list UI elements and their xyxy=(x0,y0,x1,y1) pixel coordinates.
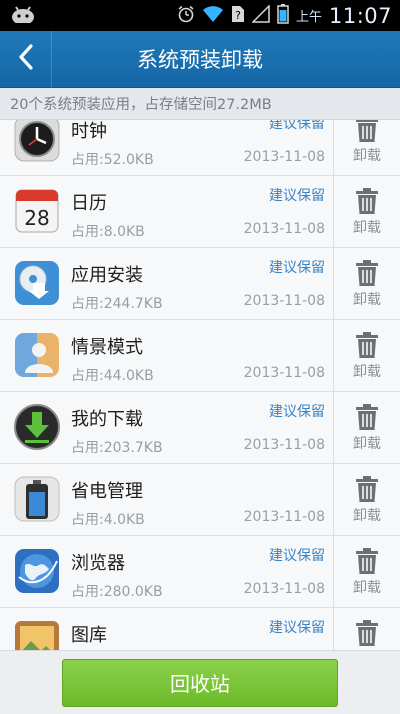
trash-icon xyxy=(356,120,378,142)
list-item[interactable]: 浏览器 建议保留 占用:280.0KB 2013-11-08 卸载 xyxy=(0,536,400,608)
app-date: 2013-11-08 xyxy=(243,293,325,309)
app-info[interactable]: 情景模式 占用:44.0KB 2013-11-08 xyxy=(0,320,334,391)
app-name: 图库 xyxy=(71,625,107,646)
trash-icon xyxy=(356,331,378,358)
uninstall-button[interactable]: 卸载 xyxy=(334,120,400,175)
app-info[interactable]: 浏览器 建议保留 占用:280.0KB 2013-11-08 xyxy=(0,536,334,607)
list-item[interactable]: 应用安装 建议保留 占用:244.7KB 2013-11-08 卸载 xyxy=(0,248,400,320)
trash-icon xyxy=(356,547,378,574)
uninstall-button[interactable]: 卸载 xyxy=(334,248,400,319)
preinstalled-app-list[interactable]: 时钟 建议保留 占用:52.0KB 2013-11-08 卸载 28 日历 建议… xyxy=(0,120,400,650)
app-size: 占用:244.7KB xyxy=(71,296,163,312)
suggest-keep-label: 建议保留 xyxy=(269,548,325,564)
suggest-keep-label: 建议保留 xyxy=(269,260,325,276)
signal-icon xyxy=(251,3,270,27)
uninstall-label: 卸载 xyxy=(353,579,381,596)
uninstall-button[interactable]: 卸载 xyxy=(334,536,400,607)
app-date: 2013-11-08 xyxy=(243,509,325,525)
app-size: 占用:8.0KB xyxy=(71,224,145,240)
list-item[interactable]: 我的下载 建议保留 占用:203.7KB 2013-11-08 卸载 xyxy=(0,392,400,464)
app-date: 2013-11-08 xyxy=(243,221,325,237)
download-icon xyxy=(13,403,61,451)
app-size: 占用:4.0KB xyxy=(71,512,145,528)
storage-summary: 20个系统预装应用，占存储空间27.2MB xyxy=(0,88,400,120)
trash-icon xyxy=(356,619,378,646)
uninstall-button[interactable]: 卸载 xyxy=(334,176,400,247)
list-item[interactable]: 28 日历 建议保留 占用:8.0KB 2013-11-08 卸载 xyxy=(0,176,400,248)
suggest-keep-label: 建议保留 xyxy=(269,120,325,132)
android-icon xyxy=(10,5,36,27)
status-ampm: 上午 xyxy=(295,10,322,25)
uninstall-label: 卸载 xyxy=(353,507,381,524)
app-name: 日历 xyxy=(71,193,107,214)
app-info[interactable]: 省电管理 占用:4.0KB 2013-11-08 xyxy=(0,464,334,535)
uninstall-label: 卸载 xyxy=(353,363,381,380)
uninstall-button[interactable]: 卸载 xyxy=(334,392,400,463)
uninstall-label: 卸载 xyxy=(353,219,381,236)
list-item[interactable]: 时钟 建议保留 占用:52.0KB 2013-11-08 卸载 xyxy=(0,120,400,176)
app-date: 2013-11-08 xyxy=(243,149,325,165)
app-size: 占用:280.0KB xyxy=(71,584,163,600)
calendar-day-number: 28 xyxy=(24,206,49,230)
app-info[interactable]: 应用安装 建议保留 占用:244.7KB 2013-11-08 xyxy=(0,248,334,319)
app-info[interactable]: 我的下载 建议保留 占用:203.7KB 2013-11-08 xyxy=(0,392,334,463)
suggest-keep-label: 建议保留 xyxy=(269,188,325,204)
uninstall-label: 卸载 xyxy=(353,291,381,308)
app-name: 时钟 xyxy=(71,121,107,142)
app-date: 2013-11-08 xyxy=(243,437,325,453)
app-info[interactable]: 28 日历 建议保留 占用:8.0KB 2013-11-08 xyxy=(0,176,334,247)
uninstall-button[interactable]: 卸载 xyxy=(334,608,400,650)
app-name: 我的下载 xyxy=(71,409,143,430)
title-bar: 系统预装卸载 xyxy=(0,30,400,88)
profile-mode-icon xyxy=(13,331,61,379)
browser-globe-icon xyxy=(13,547,61,595)
uninstall-button[interactable]: 卸载 xyxy=(334,464,400,535)
clock-icon xyxy=(13,120,61,163)
page-title: 系统预装卸载 xyxy=(137,48,263,72)
status-time: 11:07 xyxy=(328,3,392,28)
app-date: 2013-11-08 xyxy=(243,581,325,597)
list-item[interactable]: 省电管理 占用:4.0KB 2013-11-08 卸载 xyxy=(0,464,400,536)
trash-icon xyxy=(356,475,378,502)
list-item[interactable]: 情景模式 占用:44.0KB 2013-11-08 卸载 xyxy=(0,320,400,392)
app-name: 省电管理 xyxy=(71,481,143,502)
uninstall-button[interactable]: 卸载 xyxy=(334,320,400,391)
no-sim-icon: ? xyxy=(231,5,245,27)
back-button[interactable] xyxy=(0,30,52,88)
app-info[interactable]: 图库 建议保留 xyxy=(0,608,334,650)
app-info[interactable]: 时钟 建议保留 占用:52.0KB 2013-11-08 xyxy=(0,120,334,175)
suggest-keep-label: 建议保留 xyxy=(269,620,325,636)
trash-icon xyxy=(356,259,378,286)
recycle-bin-button[interactable]: 回收站 xyxy=(62,658,338,707)
wifi-icon xyxy=(202,5,224,27)
status-bar: ? 上午 11:07 xyxy=(0,0,400,31)
app-name: 应用安装 xyxy=(71,265,143,286)
battery-icon xyxy=(277,3,289,28)
app-name: 情景模式 xyxy=(71,337,143,358)
bottom-bar: 回收站 xyxy=(0,650,400,714)
trash-icon xyxy=(356,403,378,430)
uninstall-label: 卸载 xyxy=(353,435,381,452)
uninstall-label: 卸载 xyxy=(353,147,381,164)
back-arrow-icon xyxy=(17,44,35,74)
app-size: 占用:44.0KB xyxy=(71,368,154,384)
gallery-icon xyxy=(13,619,61,650)
app-size: 占用:203.7KB xyxy=(71,440,163,456)
app-size: 占用:52.0KB xyxy=(71,152,154,168)
battery-saver-icon xyxy=(13,475,61,523)
svg-text:?: ? xyxy=(235,9,241,22)
suggest-keep-label: 建议保留 xyxy=(269,404,325,420)
package-installer-icon xyxy=(13,259,61,307)
trash-icon xyxy=(356,187,378,214)
calendar-icon: 28 xyxy=(13,187,61,235)
app-date: 2013-11-08 xyxy=(243,365,325,381)
app-name: 浏览器 xyxy=(71,553,125,574)
alarm-icon xyxy=(177,5,195,27)
list-item[interactable]: 图库 建议保留 卸载 xyxy=(0,608,400,650)
